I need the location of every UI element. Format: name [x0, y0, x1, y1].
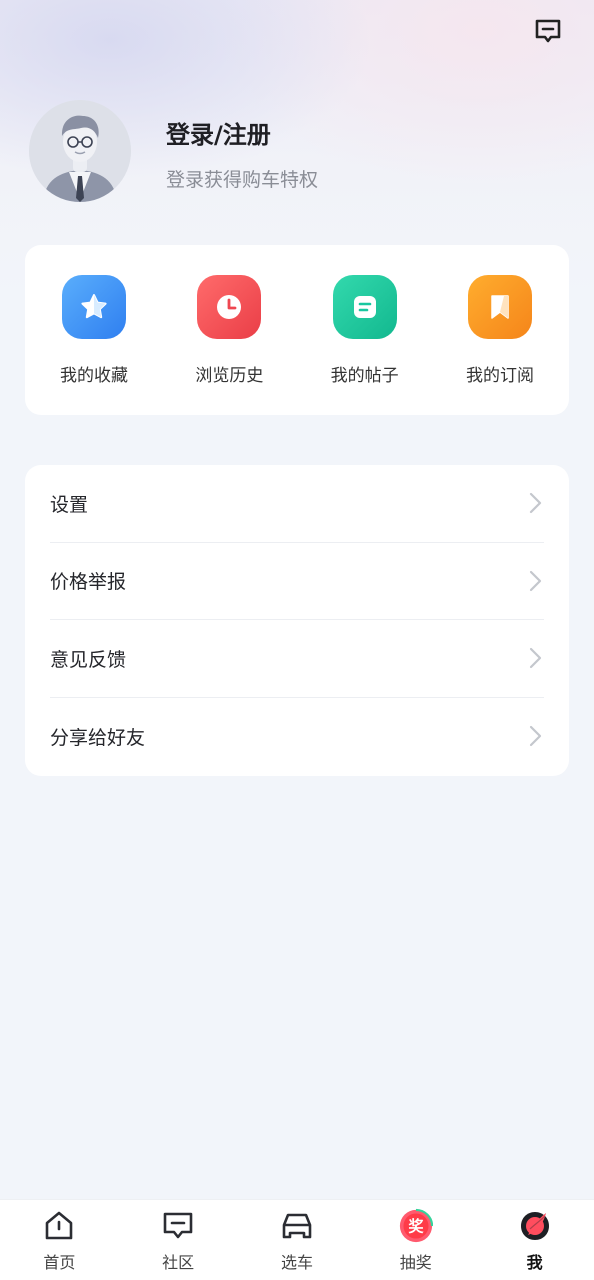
bottom-tab-bar: 首页 社区 选车 奖 抽奖 我: [0, 1199, 594, 1280]
avatar[interactable]: [29, 100, 131, 202]
quick-action-favorites[interactable]: 我的收藏: [49, 275, 139, 415]
tab-lottery[interactable]: 奖 抽奖: [366, 1200, 466, 1280]
tab-label: 抽奖: [399, 1253, 432, 1272]
tab-label: 首页: [43, 1253, 76, 1272]
tab-label: 社区: [162, 1253, 195, 1272]
chevron-right-icon: [529, 570, 542, 591]
quick-actions-card: 我的收藏 浏览历史 我的帖子 我的订阅: [25, 245, 569, 415]
clock-icon: [197, 275, 262, 339]
menu-item-label: 分享给好友: [50, 726, 146, 749]
tab-home[interactable]: 首页: [9, 1200, 109, 1280]
quick-action-label: 我的订阅: [465, 366, 534, 386]
quick-action-posts[interactable]: 我的帖子: [320, 275, 410, 415]
chevron-right-icon: [529, 648, 542, 669]
profile-section[interactable]: 登录/注册 登录获得购车特权: [29, 100, 569, 202]
chevron-right-icon: [529, 726, 542, 747]
menu-item-feedback[interactable]: 意见反馈: [50, 620, 544, 698]
tab-community[interactable]: 社区: [128, 1200, 228, 1280]
star-icon: [62, 275, 126, 339]
menu-item-share[interactable]: 分享给好友: [50, 698, 544, 776]
home-icon: [42, 1209, 76, 1243]
menu-item-label: 意见反馈: [50, 648, 127, 671]
quick-action-label: 我的帖子: [330, 366, 399, 386]
tab-label: 我: [526, 1253, 543, 1272]
bookmark-icon: [467, 275, 532, 339]
tab-me[interactable]: 我: [485, 1200, 585, 1280]
lottery-icon: 奖: [399, 1208, 433, 1243]
quick-action-label: 浏览历史: [195, 366, 264, 386]
menu-item-label: 价格举报: [50, 571, 127, 594]
lottery-badge-text: 奖: [408, 1217, 424, 1235]
tab-select-car[interactable]: 选车: [247, 1200, 347, 1280]
message-icon[interactable]: [532, 16, 564, 48]
me-icon: [518, 1209, 552, 1243]
post-icon: [332, 275, 397, 339]
menu-item-settings[interactable]: 设置: [50, 465, 544, 543]
quick-action-history[interactable]: 浏览历史: [184, 275, 274, 415]
car-icon: [280, 1209, 314, 1243]
quick-action-label: 我的收藏: [60, 366, 128, 386]
chevron-right-icon: [529, 493, 542, 514]
community-icon: [161, 1209, 195, 1243]
login-register-link[interactable]: 登录/注册: [166, 115, 271, 150]
menu-item-label: 设置: [50, 493, 89, 516]
menu-card: 设置 价格举报 意见反馈 分享给好友: [25, 465, 569, 776]
tab-label: 选车: [280, 1253, 313, 1272]
quick-action-subscriptions[interactable]: 我的订阅: [455, 275, 545, 415]
login-subtitle: 登录获得购车特权: [166, 169, 319, 191]
menu-item-price-report[interactable]: 价格举报: [50, 543, 544, 620]
